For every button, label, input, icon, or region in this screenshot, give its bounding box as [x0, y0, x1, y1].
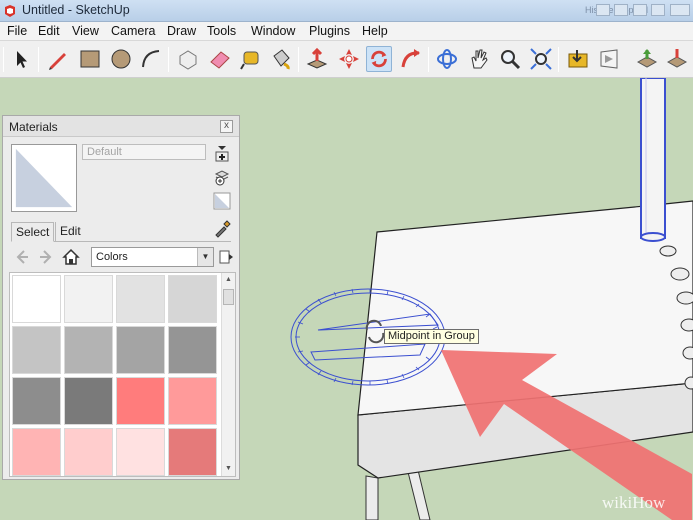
zoom-tool[interactable]: [497, 46, 523, 72]
details-icon[interactable]: [217, 248, 235, 266]
swatch[interactable]: [12, 377, 61, 425]
move-tool[interactable]: [336, 46, 362, 72]
swatch[interactable]: [12, 275, 61, 323]
materials-nav: Colors ▼: [11, 246, 235, 268]
material-preview: [11, 144, 77, 212]
back-arrow-icon[interactable]: [13, 248, 31, 266]
window-title: Untitled - SketchUp: [22, 3, 130, 17]
add-to-model-icon[interactable]: [213, 168, 231, 186]
walk-tool[interactable]: [596, 46, 622, 72]
swatch[interactable]: [116, 377, 165, 425]
pan-tool[interactable]: [466, 46, 492, 72]
rotate-tool[interactable]: [366, 46, 392, 72]
scroll-down-icon[interactable]: ▼: [222, 462, 235, 476]
orbit-tool[interactable]: [434, 46, 460, 72]
secondary-material-icon[interactable]: [213, 192, 231, 210]
line-tool[interactable]: [45, 46, 71, 72]
restore-button[interactable]: [614, 4, 628, 16]
window-button-3[interactable]: [633, 4, 647, 16]
swatch[interactable]: [168, 275, 217, 323]
menu-camera[interactable]: Camera: [111, 24, 155, 38]
swatch[interactable]: [12, 428, 61, 476]
swatch[interactable]: [116, 275, 165, 323]
material-name-field[interactable]: Default: [82, 144, 206, 160]
menu-help[interactable]: Help: [362, 24, 388, 38]
swatch[interactable]: [64, 428, 113, 476]
scroll-up-icon[interactable]: ▲: [222, 273, 235, 287]
menu-window[interactable]: Window: [251, 24, 295, 38]
swatch-grid: ▲ ▼: [9, 272, 236, 477]
menu-bar: File Edit View Camera Draw Tools Window …: [0, 22, 693, 41]
swatch[interactable]: [64, 326, 113, 374]
tape-measure-tool[interactable]: [238, 46, 264, 72]
title-bar: Untitled - SketchUp Hisarte Floppyd: [0, 0, 693, 22]
swatch-scrollbar[interactable]: ▲ ▼: [221, 273, 235, 476]
materials-panel: Materials x Default Select Edit Colors ▼…: [2, 115, 240, 480]
push-pull-tool[interactable]: [304, 46, 330, 72]
scroll-thumb[interactable]: [223, 289, 234, 305]
swatch[interactable]: [64, 377, 113, 425]
create-material-icon[interactable]: [213, 144, 231, 162]
home-icon[interactable]: [62, 248, 80, 266]
materials-tabs: Select Edit: [11, 222, 231, 242]
swatch[interactable]: [64, 275, 113, 323]
forward-arrow-icon[interactable]: [37, 248, 55, 266]
chevron-down-icon: ▼: [197, 248, 213, 266]
menu-plugins[interactable]: Plugins: [309, 24, 350, 38]
wikihow-watermark: wikiHow: [602, 493, 666, 512]
materials-panel-titlebar[interactable]: Materials x: [3, 116, 239, 137]
eraser-tool[interactable]: [207, 46, 233, 72]
swatch[interactable]: [116, 428, 165, 476]
share-model-tool[interactable]: [664, 46, 690, 72]
menu-file[interactable]: File: [7, 24, 27, 38]
swatch[interactable]: [168, 326, 217, 374]
tab-select[interactable]: Select: [11, 222, 55, 242]
sample-paint-icon[interactable]: [213, 220, 231, 238]
zoom-extents-tool[interactable]: [528, 46, 554, 72]
arc-tool[interactable]: [138, 46, 164, 72]
rectangle-tool[interactable]: [77, 46, 103, 72]
get-models-tool[interactable]: [634, 46, 660, 72]
paint-bucket-tool[interactable]: [268, 46, 294, 72]
swatch[interactable]: [12, 326, 61, 374]
sketchup-logo-icon: [5, 5, 15, 17]
tab-edit[interactable]: Edit: [55, 222, 85, 242]
close-window-button[interactable]: [670, 4, 690, 16]
minimize-button[interactable]: [596, 4, 610, 16]
close-panel-button[interactable]: x: [220, 120, 233, 133]
previous-view-tool[interactable]: [565, 46, 591, 72]
inference-tooltip: Midpoint in Group: [384, 329, 479, 344]
swatch[interactable]: [168, 428, 217, 476]
circle-tool[interactable]: [108, 46, 134, 72]
collection-dropdown[interactable]: Colors ▼: [91, 247, 214, 267]
select-tool[interactable]: [8, 46, 34, 72]
swatch[interactable]: [168, 377, 217, 425]
menu-draw[interactable]: Draw: [167, 24, 196, 38]
main-toolbar: [0, 41, 693, 78]
follow-me-tool[interactable]: [398, 46, 424, 72]
menu-tools[interactable]: Tools: [207, 24, 236, 38]
menu-view[interactable]: View: [72, 24, 99, 38]
window-button-4[interactable]: [651, 4, 665, 16]
make-component-tool[interactable]: [175, 46, 201, 72]
menu-edit[interactable]: Edit: [38, 24, 60, 38]
swatch[interactable]: [116, 326, 165, 374]
collection-value: Colors: [96, 251, 128, 263]
materials-panel-title: Materials: [9, 120, 58, 134]
